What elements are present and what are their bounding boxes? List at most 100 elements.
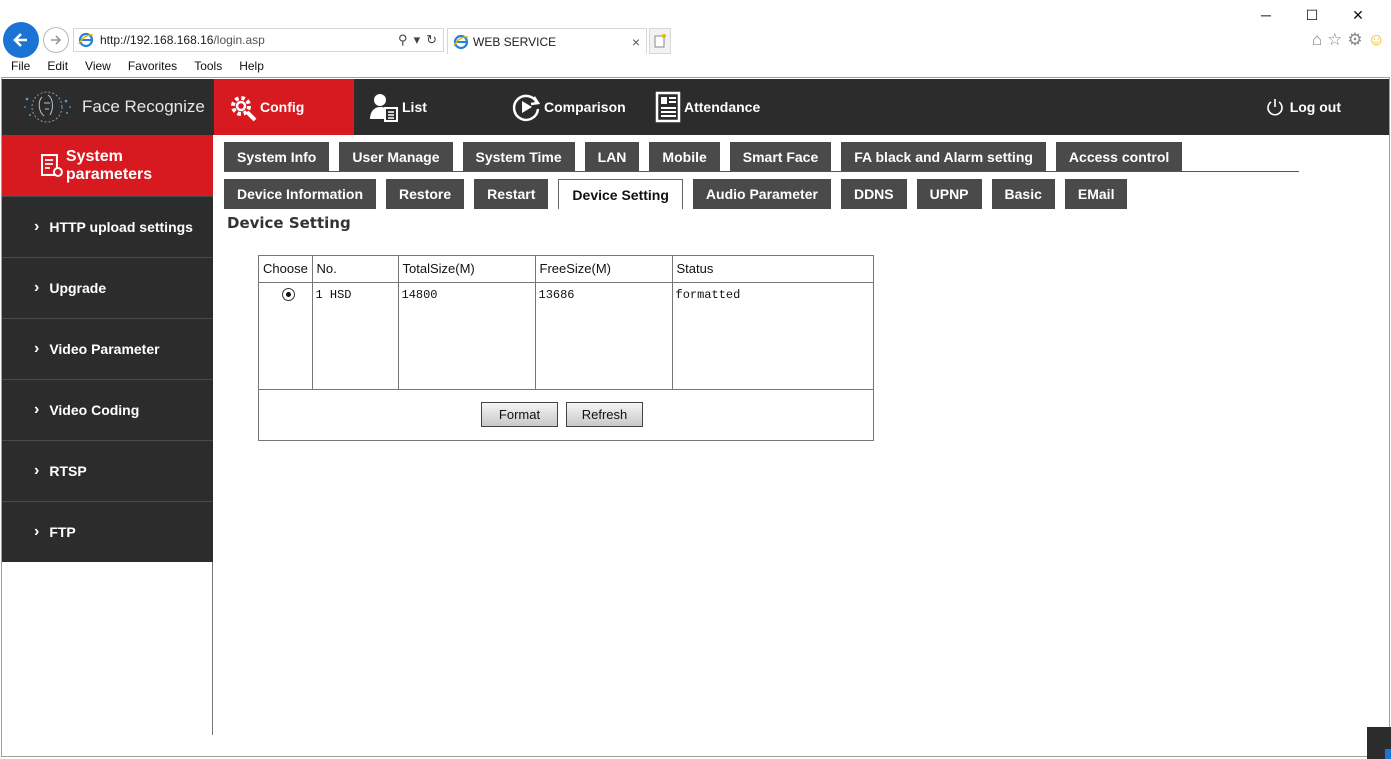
window-controls: ─ ☐ ✕	[1243, 5, 1381, 25]
scroll-corner	[1367, 727, 1391, 759]
tab-fa-black-alarm[interactable]: FA black and Alarm setting	[841, 142, 1046, 171]
tabs-divider	[224, 171, 1299, 172]
search-icon[interactable]: ⚲	[398, 32, 408, 48]
sidebar-item-label: Upgrade	[49, 280, 107, 296]
column-header-totalsize: TotalSize(M)	[398, 256, 536, 283]
chevron-right-icon: ›	[34, 401, 40, 418]
dropdown-icon[interactable]: ▾	[414, 32, 421, 48]
forward-button[interactable]	[43, 27, 69, 53]
tab-restore[interactable]: Restore	[386, 179, 465, 209]
nav-config[interactable]: Config	[214, 79, 354, 135]
cell-free-size: 13686	[535, 282, 673, 390]
sidebar: System parameters › HTTP upload settings…	[2, 135, 213, 735]
tab-access-control[interactable]: Access control	[1055, 142, 1183, 171]
menu-view[interactable]: View	[74, 56, 117, 77]
tab-restart[interactable]: Restart	[474, 179, 549, 209]
home-icon[interactable]: ⌂	[1312, 30, 1322, 50]
feedback-smiley-icon[interactable]: ☺	[1368, 30, 1385, 50]
sidebar-item-video-parameter[interactable]: › Video Parameter	[2, 318, 213, 379]
maximize-button[interactable]: ☐	[1289, 5, 1335, 25]
nav-list-label: List	[402, 99, 427, 115]
tab-upnp[interactable]: UPNP	[916, 179, 982, 209]
cell-status: formatted	[672, 282, 874, 390]
tab-smart-face[interactable]: Smart Face	[729, 142, 832, 171]
menu-bar: File Edit View Favorites Tools Help	[0, 56, 270, 77]
sidebar-header-system-parameters[interactable]: System parameters	[2, 135, 213, 196]
chevron-right-icon: ›	[34, 462, 40, 479]
browser-chrome: ─ ☐ ✕ http://192.168.168.16/login.asp ⚲ …	[0, 0, 1391, 78]
refresh-icon[interactable]: ↻	[426, 32, 437, 48]
tab-device-setting[interactable]: Device Setting	[558, 179, 683, 209]
logout-button[interactable]: Log out	[1266, 79, 1341, 135]
table-row: 1 HSD 14800 13686 formatted	[259, 282, 874, 390]
menu-file[interactable]: File	[0, 56, 36, 77]
tab-basic[interactable]: Basic	[991, 179, 1055, 209]
sidebar-item-video-coding[interactable]: › Video Coding	[2, 379, 213, 440]
format-button[interactable]: Format	[481, 402, 558, 427]
tab-ddns[interactable]: DDNS	[840, 179, 907, 209]
comparison-icon	[512, 94, 541, 122]
row-select-radio[interactable]	[282, 287, 295, 301]
column-header-choose: Choose	[259, 256, 313, 283]
tab-email[interactable]: EMail	[1064, 179, 1128, 209]
nav-config-label: Config	[260, 99, 305, 115]
column-header-status: Status	[672, 256, 874, 283]
sidebar-item-http-upload[interactable]: › HTTP upload settings	[2, 196, 213, 257]
nav-attendance-label: Attendance	[684, 99, 761, 115]
tab-user-manage[interactable]: User Manage	[339, 142, 453, 171]
url-text: http://192.168.168.16/login.asp	[100, 33, 398, 47]
url-path: /login.asp	[213, 33, 265, 47]
brand-name: Face Recognize	[82, 97, 205, 116]
forward-arrow-icon	[51, 35, 62, 45]
favorites-star-icon[interactable]: ☆	[1327, 30, 1342, 50]
device-storage-table: Choose No. TotalSize(M) FreeSize(M) Stat…	[259, 256, 874, 390]
back-button[interactable]	[3, 22, 39, 58]
section-title: Device Setting	[227, 214, 351, 232]
tab-system-info[interactable]: System Info	[224, 142, 330, 171]
ie-icon	[78, 32, 94, 48]
tab-audio-parameter[interactable]: Audio Parameter	[692, 179, 831, 209]
tab-lan[interactable]: LAN	[584, 142, 640, 171]
menu-help[interactable]: Help	[228, 56, 270, 77]
column-header-no: No.	[312, 256, 399, 283]
browser-tab[interactable]: WEB SERVICE ×	[447, 28, 647, 54]
sidebar-header-label: System parameters	[65, 147, 153, 183]
menu-tools[interactable]: Tools	[183, 56, 228, 77]
user-list-icon	[370, 94, 398, 122]
settings-document-icon	[40, 153, 63, 177]
gear-icon[interactable]: ⚙	[1347, 30, 1362, 50]
tab-ie-icon	[453, 34, 469, 49]
top-nav-bar: Face Recognize Config List Comparison At…	[2, 79, 1389, 135]
menu-edit[interactable]: Edit	[36, 56, 74, 77]
tab-title: WEB SERVICE	[473, 34, 557, 49]
tab-device-information[interactable]: Device Information	[224, 179, 377, 209]
tab-mobile[interactable]: Mobile	[649, 142, 720, 171]
tabs-row-primary: System Info User Manage System Time LAN …	[224, 142, 1192, 172]
device-storage-panel: Choose No. TotalSize(M) FreeSize(M) Stat…	[258, 255, 874, 441]
chevron-right-icon: ›	[34, 523, 40, 540]
sidebar-item-label: Video Coding	[49, 402, 140, 418]
attendance-icon	[655, 91, 681, 123]
new-tab-button[interactable]	[649, 28, 671, 54]
chevron-right-icon: ›	[34, 279, 40, 296]
sidebar-item-ftp[interactable]: › FTP	[2, 501, 213, 562]
sidebar-item-label: HTTP upload settings	[49, 219, 193, 235]
refresh-button[interactable]: Refresh	[566, 402, 643, 427]
sidebar-item-label: RTSP	[49, 463, 87, 479]
minimize-button[interactable]: ─	[1243, 5, 1289, 25]
menu-favorites[interactable]: Favorites	[117, 56, 183, 77]
address-bar[interactable]: http://192.168.168.16/login.asp ⚲ ▾ ↻	[73, 28, 444, 52]
tab-close-icon[interactable]: ×	[632, 34, 640, 50]
action-buttons: Format Refresh	[481, 402, 643, 427]
cell-total-size: 14800	[398, 282, 536, 390]
nav-list[interactable]: List	[368, 79, 427, 135]
nav-comparison-label: Comparison	[544, 99, 626, 115]
sidebar-item-rtsp[interactable]: › RTSP	[2, 440, 213, 501]
sidebar-item-upgrade[interactable]: › Upgrade	[2, 257, 213, 318]
tabs-row-secondary: Device Information Restore Restart Devic…	[224, 179, 1137, 209]
close-window-button[interactable]: ✕	[1335, 5, 1381, 25]
nav-comparison[interactable]: Comparison	[510, 79, 626, 135]
tab-system-time[interactable]: System Time	[462, 142, 575, 171]
chevron-right-icon: ›	[34, 340, 40, 357]
nav-attendance[interactable]: Attendance	[654, 79, 760, 135]
